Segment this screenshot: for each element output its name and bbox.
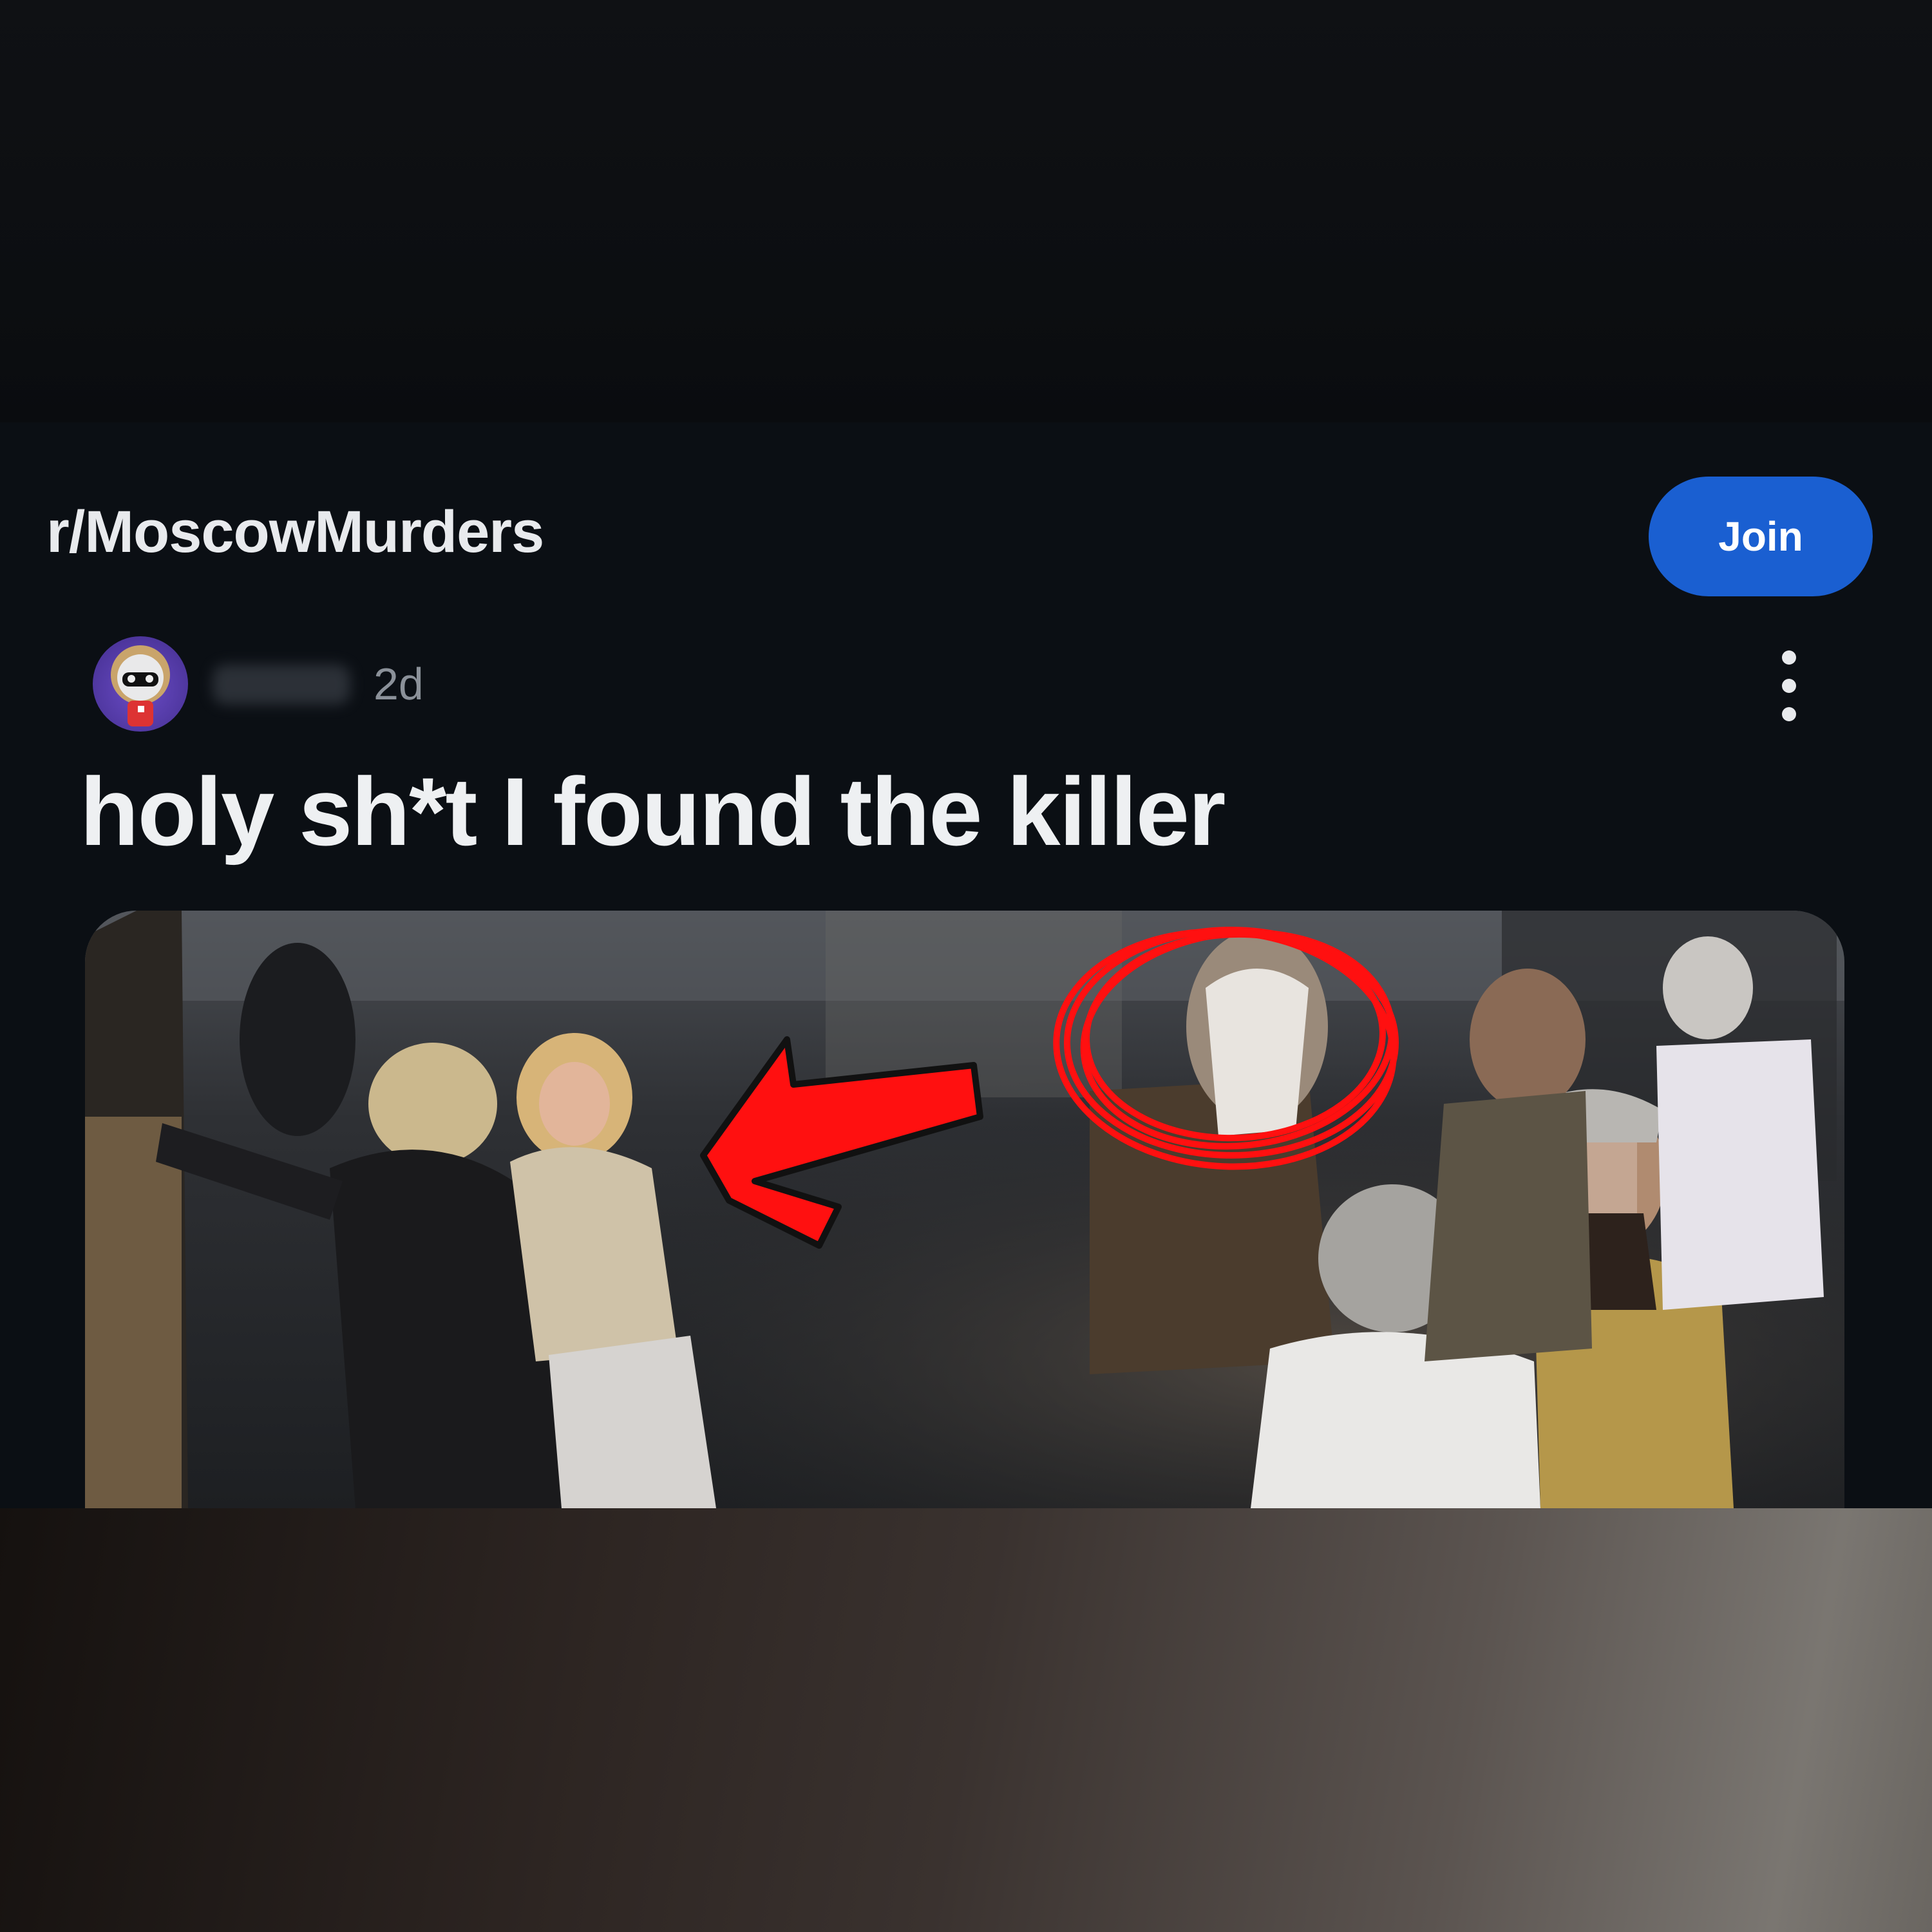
post-title[interactable]: holy sh*t I found the killer <box>80 756 1226 867</box>
blurred-bottom-background <box>0 1508 1932 1932</box>
blurred-top-background <box>0 0 1932 422</box>
username-blurred[interactable] <box>213 665 350 705</box>
post-timestamp: 2d <box>374 659 424 709</box>
astronaut-avatar-icon[interactable] <box>93 636 188 732</box>
post-image[interactable] <box>85 911 1844 1508</box>
subreddit-name[interactable]: r/MoscowMurders <box>46 498 544 566</box>
more-options-icon[interactable] <box>1765 650 1814 721</box>
join-button[interactable]: Join <box>1649 477 1873 596</box>
